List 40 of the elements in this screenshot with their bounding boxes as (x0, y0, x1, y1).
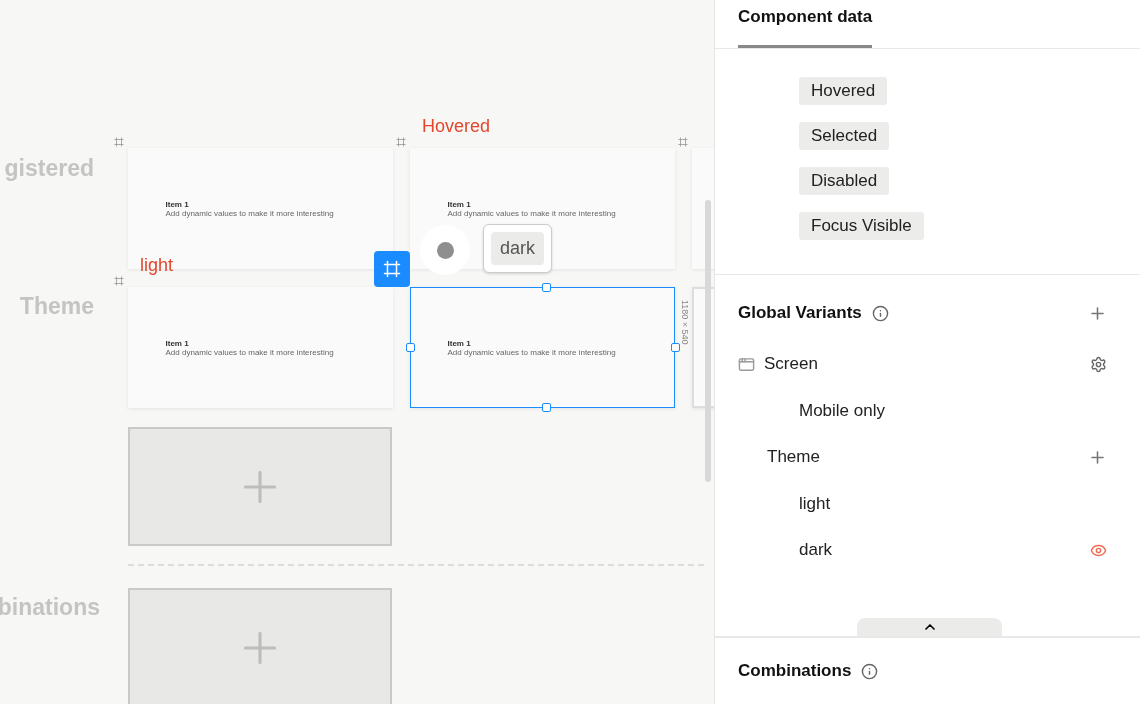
frame-preview[interactable]: Item 1 Add dynamic values to make it more interesting (128, 287, 393, 408)
frame-button[interactable] (374, 251, 410, 287)
section-title: Global Variants (738, 303, 862, 323)
variant-label: Hovered (422, 116, 491, 137)
state-chip[interactable]: Hovered (799, 77, 888, 105)
panel-tab[interactable]: Component data (738, 0, 873, 48)
state-chip[interactable]: Disabled (799, 167, 890, 195)
variant-option[interactable]: light (799, 493, 831, 514)
tooltip-text: dark (491, 232, 544, 265)
frame-icon (383, 260, 401, 278)
window-icon (738, 355, 755, 373)
frame-preview[interactable]: Item 1 Add dynamic values to make it more interesting (410, 287, 675, 408)
dimension-label: 1180 × 540 (680, 300, 690, 345)
scrollbar[interactable] (705, 200, 711, 482)
group-name: Theme (767, 447, 820, 468)
item-title: Item 1 (447, 199, 472, 209)
resize-handle[interactable] (406, 343, 415, 352)
state-chip[interactable]: Selected (799, 122, 890, 150)
frame-icon (114, 137, 124, 147)
group-name: Screen (764, 354, 818, 375)
variant-option[interactable]: dark (799, 540, 833, 561)
item-title: Item 1 (165, 199, 190, 209)
frame-icon (114, 276, 124, 286)
frame-icon (678, 137, 688, 147)
item-text: Add dynamic values to make it more interesting (447, 208, 617, 218)
resize-handle[interactable] (542, 283, 551, 292)
item-text: Add dynamic values to make it more interesting (165, 208, 335, 218)
item-text: Add dynamic values to make it more interesting (447, 347, 617, 357)
variant-option[interactable]: Mobile only (799, 400, 885, 421)
item-title: Item 1 (165, 338, 190, 348)
section-title: Combinations (738, 661, 852, 681)
item-title: Item 1 (447, 338, 472, 348)
info-icon[interactable] (871, 304, 889, 322)
resize-handle[interactable] (542, 403, 551, 412)
settings-icon[interactable] (1090, 355, 1107, 373)
item-text: Add dynamic values to make it more interesting (165, 347, 335, 357)
frame-icon (396, 137, 406, 147)
info-icon[interactable] (861, 662, 879, 680)
state-chip[interactable]: Focus Visible (799, 212, 924, 240)
resize-handle[interactable] (671, 343, 680, 352)
